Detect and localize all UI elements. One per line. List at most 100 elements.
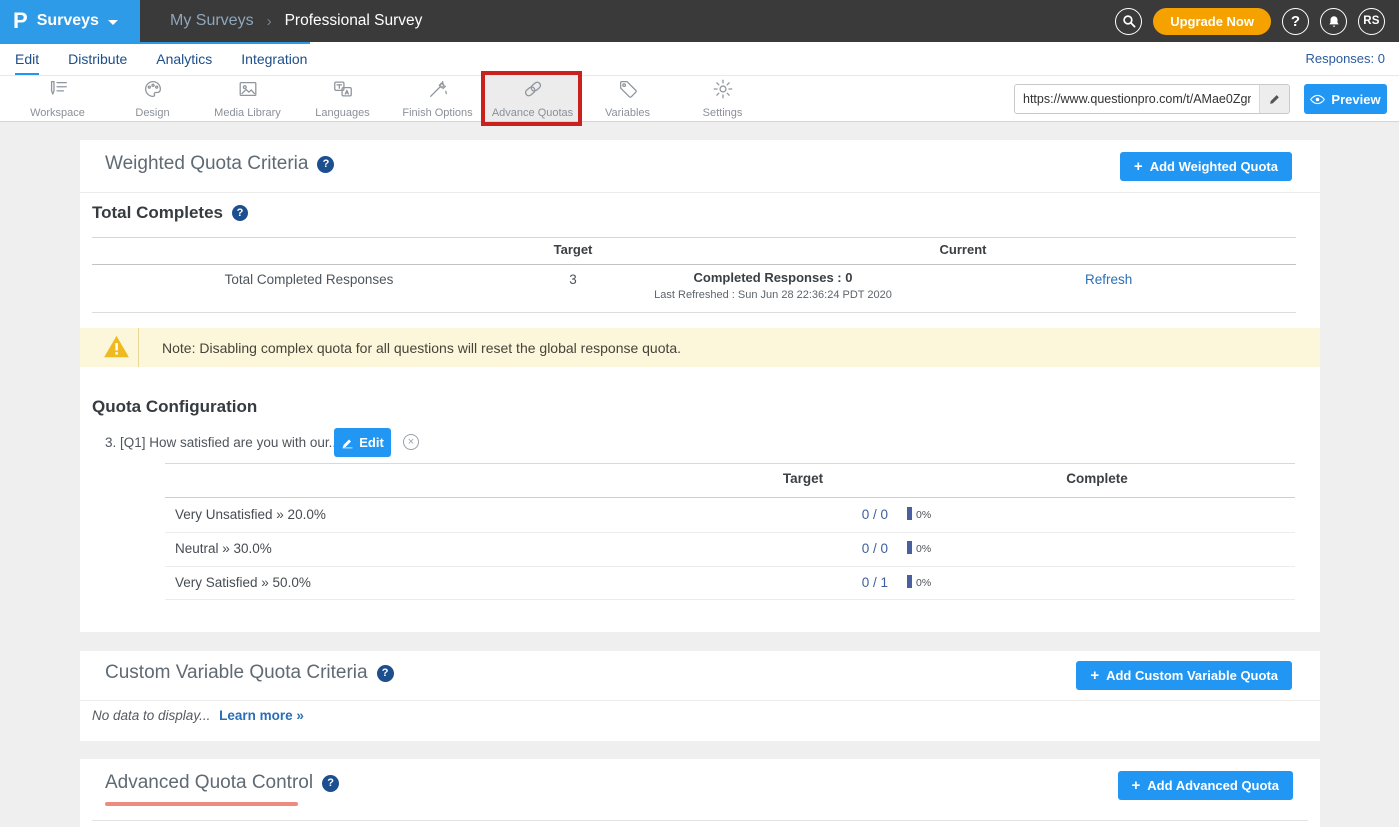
survey-url-input[interactable] [1015, 85, 1259, 113]
column-header-complete: Complete [1066, 471, 1128, 486]
remove-question-icon[interactable] [403, 434, 419, 450]
product-switcher[interactable]: P Surveys [0, 0, 140, 42]
quota-progress-bar [907, 507, 912, 520]
eye-icon [1310, 94, 1325, 105]
total-completed-responses-label: Total Completed Responses [225, 272, 394, 287]
toolbar-item-advance-quotas[interactable]: Advance Quotas [485, 76, 580, 121]
search-icon[interactable] [1115, 8, 1142, 35]
divider [92, 312, 1296, 313]
tab-integration[interactable]: Integration [241, 42, 307, 75]
divider [92, 237, 1296, 238]
add-weighted-quota-button[interactable]: Add Weighted Quota [1120, 152, 1292, 181]
toolbar-item-variables[interactable]: Variables [580, 76, 675, 121]
completed-responses-count: Completed Responses : 0 [654, 270, 892, 285]
quota-target-value: 0 / 0 [840, 541, 888, 556]
plus-icon [1132, 777, 1141, 794]
notifications-bell-icon[interactable] [1320, 8, 1347, 35]
divider [165, 497, 1295, 498]
quota-percent: 0% [916, 577, 931, 589]
chevron-down-icon [108, 20, 118, 25]
advance-quotas-chain-icon [521, 78, 545, 105]
divider [165, 463, 1295, 464]
product-name: Surveys [37, 12, 99, 30]
user-avatar[interactable]: RS [1358, 8, 1385, 35]
edit-pencil-icon [341, 437, 354, 449]
toolbar-item-settings[interactable]: Settings [675, 76, 770, 121]
empty-state: No data to display... Learn more » [92, 708, 304, 723]
toolbar-item-label: Media Library [214, 107, 281, 119]
tab-analytics[interactable]: Analytics [156, 42, 212, 75]
settings-gear-icon [711, 78, 735, 105]
target-value: 3 [569, 272, 577, 287]
toolbar-item-label: Settings [703, 107, 743, 119]
toolbar-item-label: Design [135, 107, 169, 119]
workspace-icon [46, 78, 70, 105]
tab-distribute[interactable]: Distribute [68, 42, 127, 75]
variables-tag-icon [616, 78, 640, 105]
navbar-actions: Upgrade Now ? RS [1115, 8, 1399, 35]
divider [165, 599, 1295, 600]
current-status: Completed Responses : 0 Last Refreshed :… [654, 270, 892, 301]
edit-question-button[interactable]: Edit [334, 428, 391, 457]
divider [165, 532, 1295, 533]
add-custom-variable-quota-button[interactable]: Add Custom Variable Quota [1076, 661, 1292, 690]
design-palette-icon [141, 78, 165, 105]
toolbar-item-languages[interactable]: Languages [295, 76, 390, 121]
annotation-underline [105, 802, 298, 806]
finish-options-wand-icon [426, 78, 450, 105]
custom-variable-quota-card: Custom Variable Quota Criteria Add Custo… [80, 651, 1320, 741]
advanced-quota-card: Advanced Quota Control Add Advanced Quot… [80, 759, 1320, 827]
survey-url-group [1014, 84, 1290, 114]
questionpro-logo: P [13, 8, 27, 34]
divider [92, 264, 1296, 265]
quota-note-text: Note: Disabling complex quota for all qu… [162, 340, 681, 356]
column-header-target: Target [554, 242, 593, 257]
main-content: Weighted Quota Criteria Add Weighted Quo… [0, 122, 1399, 827]
toolbar-item-finish-options[interactable]: Finish Options [390, 76, 485, 121]
languages-translate-icon [331, 78, 355, 105]
help-icon[interactable] [232, 205, 248, 221]
divider [165, 566, 1295, 567]
advanced-quota-title: Advanced Quota Control [105, 772, 339, 794]
toolbar-item-media-library[interactable]: Media Library [200, 76, 295, 121]
upgrade-now-button[interactable]: Upgrade Now [1153, 8, 1271, 35]
responses-count[interactable]: Responses: 0 [1306, 42, 1386, 75]
help-icon[interactable] [322, 775, 339, 792]
tab-edit[interactable]: Edit [15, 42, 39, 75]
plus-icon [1090, 667, 1099, 684]
help-icon[interactable]: ? [1282, 8, 1309, 35]
main-tabs: Edit Distribute Analytics Integration Re… [0, 42, 1399, 75]
breadcrumb: My Surveys › Professional Survey [170, 12, 422, 30]
toolbar-item-label: Languages [315, 107, 369, 119]
quota-configuration-title: Quota Configuration [92, 397, 257, 417]
divider [92, 820, 1308, 821]
add-advanced-quota-button[interactable]: Add Advanced Quota [1118, 771, 1293, 800]
column-header-target: Target [783, 471, 823, 486]
preview-button[interactable]: Preview [1304, 84, 1387, 114]
breadcrumb-my-surveys[interactable]: My Surveys [170, 12, 254, 30]
toolbar-item-label: Variables [605, 107, 650, 119]
custom-variable-quota-title: Custom Variable Quota Criteria [105, 662, 394, 684]
breadcrumb-separator: › [267, 13, 272, 30]
edit-url-pencil-icon[interactable] [1259, 85, 1289, 113]
quota-progress-bar [907, 541, 912, 554]
quota-question-label: 3. [Q1] How satisfied are you with our..… [105, 435, 340, 450]
plus-icon [1134, 158, 1143, 175]
quota-percent: 0% [916, 543, 931, 555]
quota-progress-bar [907, 575, 912, 588]
navbar-accent-strip [0, 42, 310, 44]
breadcrumb-current: Professional Survey [285, 12, 423, 30]
learn-more-link[interactable]: Learn more » [219, 708, 304, 723]
help-icon[interactable] [317, 156, 334, 173]
toolbar-item-design[interactable]: Design [105, 76, 200, 121]
no-data-text: No data to display... [92, 708, 210, 723]
help-icon[interactable] [377, 665, 394, 682]
weighted-quota-card: Weighted Quota Criteria Add Weighted Quo… [80, 140, 1320, 632]
media-library-icon [236, 78, 260, 105]
column-header-current: Current [940, 242, 987, 257]
refresh-link[interactable]: Refresh [1085, 272, 1132, 287]
toolbar-item-workspace[interactable]: Workspace [10, 76, 105, 121]
quota-percent: 0% [916, 509, 931, 521]
top-navbar: P Surveys My Surveys › Professional Surv… [0, 0, 1399, 42]
divider [138, 328, 139, 367]
